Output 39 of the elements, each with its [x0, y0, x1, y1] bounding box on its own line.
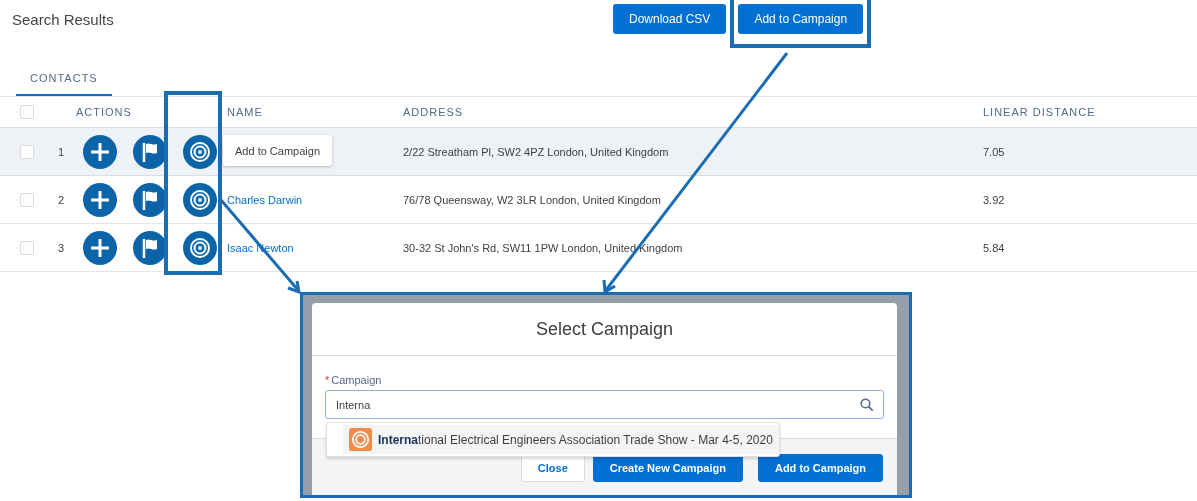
contacts-tab[interactable]: CONTACTS: [16, 60, 112, 96]
target-icon[interactable]: [183, 182, 217, 217]
flag-icon[interactable]: [133, 134, 167, 169]
tooltip: Add to Campaign: [223, 135, 332, 166]
address-cell-text: 76/78 Queensway, W2 3LR London, United Kingdom: [403, 193, 662, 206]
select-all-checkbox[interactable]: [20, 105, 34, 119]
flag-icon[interactable]: [133, 182, 167, 217]
download-csv-button[interactable]: Download CSV: [613, 4, 727, 34]
page-title: Search Results: [12, 11, 115, 28]
add-to-campaign-button[interactable]: Add to Campaign: [757, 454, 883, 482]
target-icon[interactable]: [183, 230, 217, 265]
row-number: 2: [58, 193, 66, 206]
add-icon[interactable]: [83, 230, 117, 265]
contact-name-link[interactable]: Charles Darwin: [227, 193, 303, 206]
flag-icon[interactable]: [133, 230, 167, 265]
address-cell-text: 2/22 Streatham Pl, SW2 4PZ London, United Kingdom: [403, 145, 670, 158]
target-icon: [349, 428, 372, 451]
field-label: * Campaign: [325, 374, 383, 386]
row-checkbox[interactable]: [20, 240, 34, 255]
row-number: 3: [58, 241, 66, 254]
address-cell-text: 30-32 St John's Rd, SW11 1PW London, United Kingdom: [403, 241, 684, 254]
row-number: 1: [58, 145, 66, 158]
distance-cell-text: 3.92: [983, 193, 1006, 206]
suggestion-item[interactable]: International Electrical Engineers Association Trade Show - Mar 4-5, 2020: [343, 425, 779, 454]
row-checkbox[interactable]: [20, 144, 34, 159]
add-to-campaign-button[interactable]: Add to Campaign: [738, 4, 864, 34]
column-header: ACTIONS: [75, 106, 133, 118]
campaign-search-field[interactable]: Interna: [325, 390, 884, 419]
column-header: NAME: [227, 106, 264, 118]
search-icon: [860, 398, 874, 412]
modal-title: Select Campaign: [535, 318, 674, 340]
add-icon[interactable]: [83, 182, 117, 217]
target-icon[interactable]: [183, 134, 217, 169]
distance-cell-text: 7.05: [983, 145, 1006, 158]
column-header: ADDRESS: [403, 106, 465, 118]
distance-cell-text: 5.84: [983, 241, 1006, 254]
row-checkbox[interactable]: [20, 192, 34, 207]
add-icon[interactable]: [83, 134, 117, 169]
column-header: LINEAR DISTANCE: [983, 106, 1097, 118]
